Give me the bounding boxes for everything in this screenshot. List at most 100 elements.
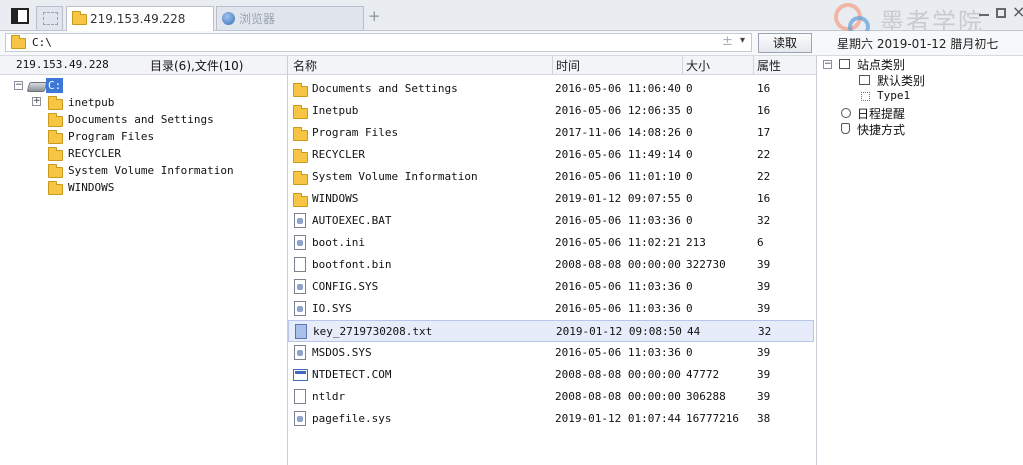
file-name: System Volume Information [312, 170, 478, 183]
file-time: 2017-11-06 14:08:26 [555, 126, 681, 139]
site-category-label[interactable]: 站点类别 [857, 56, 905, 73]
file-row[interactable]: Documents and Settings 2016-05-06 11:06:4… [288, 78, 814, 100]
file-name: RECYCLER [312, 148, 365, 161]
tree-item[interactable]: Program Files [68, 130, 154, 143]
tree-root-label: C: [48, 79, 62, 92]
file-attr: 32 [757, 214, 771, 227]
file-attr: 39 [757, 302, 771, 315]
tab-blank[interactable] [36, 6, 63, 30]
folder-icon [11, 35, 26, 49]
file-name: IO.SYS [312, 302, 352, 315]
file-size: 16777216 [686, 412, 739, 425]
file-row[interactable]: boot.ini 2016-05-06 11:02:21 213 6 [288, 232, 814, 254]
file-row[interactable]: System Volume Information 2016-05-06 11:0… [288, 166, 814, 188]
file-time: 2019-01-12 09:07:55 [555, 192, 681, 205]
tab-219-153-49-228[interactable]: 219.153.49.228 [66, 6, 214, 31]
file-row[interactable]: CONFIG.SYS 2016-05-06 11:03:36 0 39 [288, 276, 814, 298]
tree-item[interactable]: Documents and Settings [68, 113, 214, 126]
system-file-icon [294, 411, 306, 426]
file-size: 306288 [686, 390, 726, 403]
file-row[interactable]: key_2719730208.txt 2019-01-12 09:08:50 44 3… [288, 320, 814, 342]
tree-item[interactable]: WINDOWS [68, 181, 114, 194]
left-panel-header: 219.153.49.228 目录(6),文件(10) [0, 56, 287, 75]
folder-icon [48, 130, 63, 144]
read-button[interactable]: 读取 [758, 33, 812, 53]
file-attr: 16 [757, 104, 771, 117]
address-bar: C:\ ± ▾ 读取 星期六 2019-01-12 腊月初七 [0, 31, 1023, 56]
file-list-panel: 名称 时间 大小 属性 Documents and Settings 2016-0… [288, 56, 817, 465]
file-attr: 22 [757, 148, 771, 161]
file-row[interactable]: Program Files 2017-11-06 14:08:26 0 17 [288, 122, 814, 144]
folder-icon [48, 113, 63, 127]
type1-label[interactable]: Type1 [877, 89, 910, 102]
file-attr: 16 [757, 82, 771, 95]
file-row[interactable]: RECYCLER 2016-05-06 11:49:14 0 22 [288, 144, 814, 166]
file-row[interactable]: Inetpub 2016-05-06 12:06:35 0 16 [288, 100, 814, 122]
file-size: 0 [686, 148, 693, 161]
executable-icon [293, 369, 308, 381]
tree-item[interactable]: RECYCLER [68, 147, 121, 160]
file-size: 0 [686, 192, 693, 205]
schedule-label[interactable]: 日程提醒 [857, 105, 905, 122]
new-tab-button[interactable]: + [368, 9, 381, 24]
default-category-label[interactable]: 默认类别 [877, 72, 925, 89]
file-row[interactable]: pagefile.sys 2019-01-12 01:07:44 16777216 3… [288, 408, 814, 430]
file-name: pagefile.sys [312, 412, 392, 425]
restore-icon[interactable] [996, 8, 1006, 18]
system-file-icon [294, 279, 306, 294]
file-time: 2016-05-06 11:03:36 [555, 280, 681, 293]
folder-icon [72, 10, 87, 25]
file-time: 2016-05-06 11:02:21 [555, 236, 681, 249]
tree-item[interactable]: System Volume Information [68, 164, 234, 177]
date-display: 星期六 2019-01-12 腊月初七 [837, 37, 999, 51]
file-size: 0 [686, 280, 693, 293]
close-icon[interactable]: × [1012, 2, 1023, 21]
folder-icon [293, 127, 308, 141]
file-attr: 32 [758, 325, 772, 338]
file-row[interactable]: bootfont.bin 2008-08-08 00:00:00 322730 39 [288, 254, 814, 276]
column-attr[interactable]: 属性 [757, 57, 781, 74]
category-icon [839, 59, 850, 69]
shortcuts-label[interactable]: 快捷方式 [857, 121, 905, 138]
collapse-toggle[interactable]: − [823, 60, 832, 69]
tree-item[interactable]: inetpub [68, 96, 114, 109]
tree-root[interactable]: C: [46, 78, 64, 93]
file-time: 2008-08-08 00:00:00 [555, 258, 681, 271]
dir-summary: 目录(6),文件(10) [150, 59, 244, 73]
file-time: 2016-05-06 11:03:36 [555, 302, 681, 315]
file-time: 2008-08-08 00:00:00 [555, 390, 681, 403]
site-panel: − 站点类别 默认类别 Type1 日程提醒 快捷方式 [817, 56, 1023, 465]
history-icon[interactable]: ± [722, 34, 733, 49]
folder-icon [293, 193, 308, 207]
file-row[interactable]: AUTOEXEC.BAT 2016-05-06 11:03:36 0 32 [288, 210, 814, 232]
file-name: boot.ini [312, 236, 365, 249]
file-time: 2019-01-12 01:07:44 [555, 412, 681, 425]
file-time: 2016-05-06 11:49:14 [555, 148, 681, 161]
file-size: 0 [686, 214, 693, 227]
system-file-icon [294, 213, 306, 228]
expand-toggle[interactable]: + [32, 97, 41, 106]
path-input[interactable]: C:\ ± ▾ [5, 33, 752, 52]
file-row[interactable]: NTDETECT.COM 2008-08-08 00:00:00 47772 39 [288, 364, 814, 386]
file-row[interactable]: IO.SYS 2016-05-06 11:03:36 0 39 [288, 298, 814, 320]
collapse-toggle[interactable]: − [14, 81, 23, 90]
host-ip: 219.153.49.228 [16, 58, 109, 71]
column-name[interactable]: 名称 [293, 57, 317, 74]
chevron-down-icon[interactable]: ▾ [740, 35, 745, 46]
folder-icon [48, 181, 63, 195]
folder-icon [293, 149, 308, 163]
file-name: CONFIG.SYS [312, 280, 379, 293]
sidebar-toggle-icon[interactable] [11, 8, 29, 24]
file-attr: 39 [757, 280, 771, 293]
column-time[interactable]: 时间 [556, 57, 580, 74]
file-row[interactable]: ntldr 2008-08-08 00:00:00 306288 39 [288, 386, 814, 408]
file-size: 322730 [686, 258, 726, 271]
file-row[interactable]: MSDOS.SYS 2016-05-06 11:03:36 0 39 [288, 342, 814, 364]
tab-browser[interactable]: 浏览器 [216, 6, 364, 30]
file-time: 2016-05-06 11:06:40 [555, 82, 681, 95]
minimize-icon[interactable] [979, 14, 989, 16]
file-name: Inetpub [312, 104, 359, 117]
column-size[interactable]: 大小 [686, 57, 710, 74]
file-attr: 38 [757, 412, 771, 425]
file-row[interactable]: WINDOWS 2019-01-12 09:07:55 0 16 [288, 188, 814, 210]
